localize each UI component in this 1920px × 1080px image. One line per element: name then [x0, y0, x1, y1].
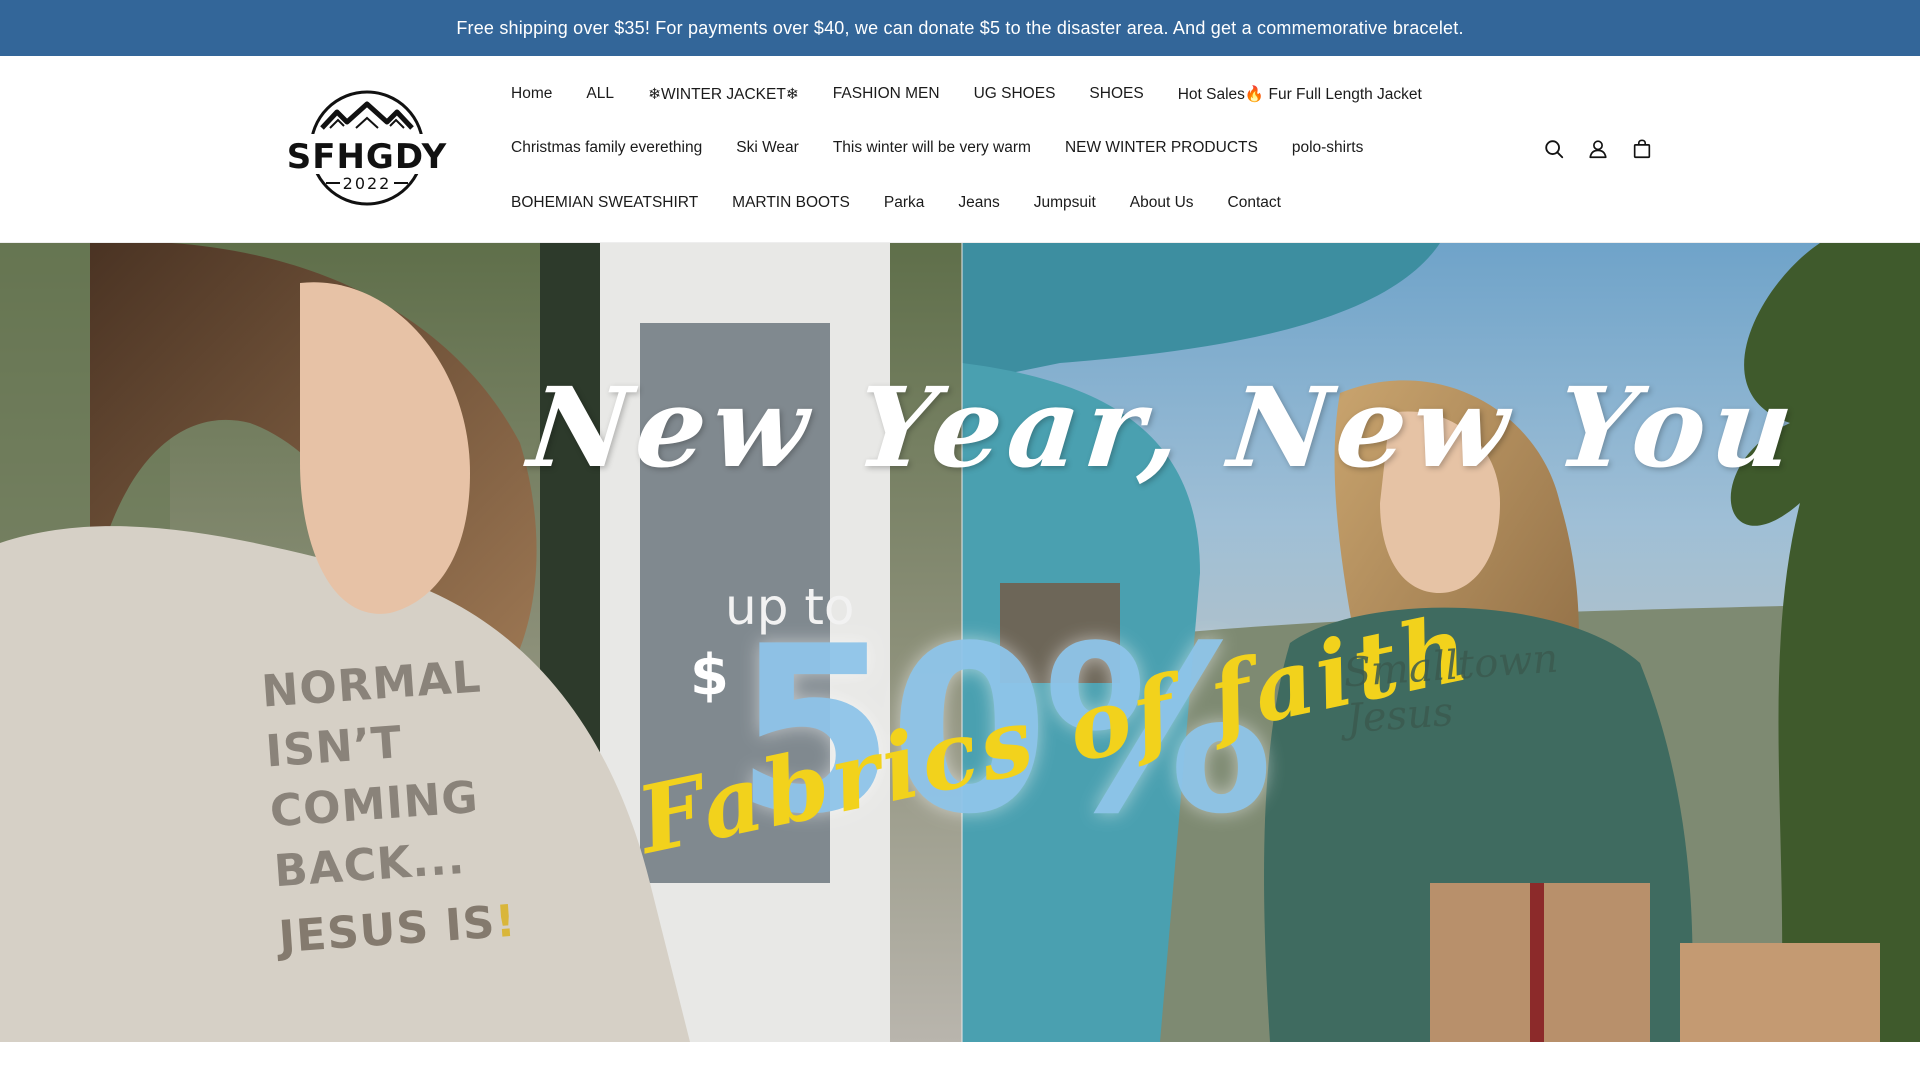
nav-item-home[interactable]: Home [511, 85, 552, 103]
nav-item-hot-sales[interactable]: Hot Sales🔥 Fur Full Length Jacket [1178, 85, 1422, 104]
nav-item-fashion-men[interactable]: FASHION MEN [833, 85, 940, 103]
page-bottom-strip [0, 1042, 1920, 1080]
green-sweatshirt-print-text: Smalltown Jesus [1342, 636, 1563, 743]
nav-item-about-us[interactable]: About Us [1130, 194, 1194, 212]
nav-item-ug-shoes[interactable]: UG SHOES [974, 85, 1056, 103]
hero-dollar-sign: $ [690, 643, 729, 708]
main-navigation: Home ALL ❄WINTER JACKET❄ FASHION MEN UG … [511, 56, 1461, 243]
search-icon [1545, 140, 1564, 159]
nav-item-shoes[interactable]: SHOES [1089, 85, 1143, 103]
announcement-bar: Free shipping over $35! For payments ove… [0, 0, 1920, 56]
header-icons [1541, 132, 1655, 166]
shirt-jesus-bang: ! [493, 895, 519, 948]
brand-logo[interactable]: SFHGDY 2022 [282, 88, 452, 212]
cart-button[interactable] [1629, 134, 1655, 164]
logo-mark: SFHGDY 2022 [282, 90, 452, 206]
nav-item-bohemian-sweatshirt[interactable]: BOHEMIAN SWEATSHIRT [511, 194, 698, 212]
nav-item-ski-wear[interactable]: Ski Wear [736, 139, 799, 157]
site-header: SFHGDY 2022 Home ALL ❄WINTER JACKET❄ FAS… [0, 56, 1920, 243]
nav-item-contact[interactable]: Contact [1228, 194, 1281, 212]
nav-item-new-winter-products[interactable]: NEW WINTER PRODUCTS [1065, 139, 1258, 157]
shirt-jesus-text: JESUS IS [277, 897, 498, 964]
nav-item-jeans[interactable]: Jeans [958, 194, 999, 212]
nav-item-christmas-family[interactable]: Christmas family everething [511, 139, 702, 157]
nav-item-polo-shirts[interactable]: polo-shirts [1292, 139, 1364, 157]
logo-brand-text: SFHGDY [287, 137, 447, 177]
cart-icon [1633, 139, 1651, 159]
nav-row-1: Home ALL ❄WINTER JACKET❄ FASHION MEN UG … [511, 79, 1422, 109]
logo-year-text: 2022 [343, 174, 392, 193]
account-icon [1589, 140, 1607, 159]
nav-item-winter-jacket[interactable]: ❄WINTER JACKET❄ [648, 85, 799, 104]
nav-row-2: Christmas family everething Ski Wear Thi… [511, 133, 1363, 163]
hero-banner[interactable]: New Year, New You up to $ 50% Fabrics of… [0, 243, 1920, 1042]
hero-title: New Year, New You [523, 363, 1805, 492]
nav-row-3: BOHEMIAN SWEATSHIRT MARTIN BOOTS Parka J… [511, 188, 1281, 218]
search-button[interactable] [1541, 134, 1567, 164]
sweatshirt-print-text: NORMAL ISN’T COMING BACK... JESUS IS! [260, 644, 551, 968]
nav-item-all[interactable]: ALL [586, 85, 614, 103]
nav-item-parka[interactable]: Parka [884, 194, 925, 212]
nav-item-jumpsuit[interactable]: Jumpsuit [1034, 194, 1096, 212]
account-button[interactable] [1585, 134, 1611, 164]
announcement-text: Free shipping over $35! For payments ove… [456, 17, 1464, 38]
nav-item-martin-boots[interactable]: MARTIN BOOTS [732, 194, 850, 212]
nav-item-winter-warm[interactable]: This winter will be very warm [833, 139, 1031, 157]
